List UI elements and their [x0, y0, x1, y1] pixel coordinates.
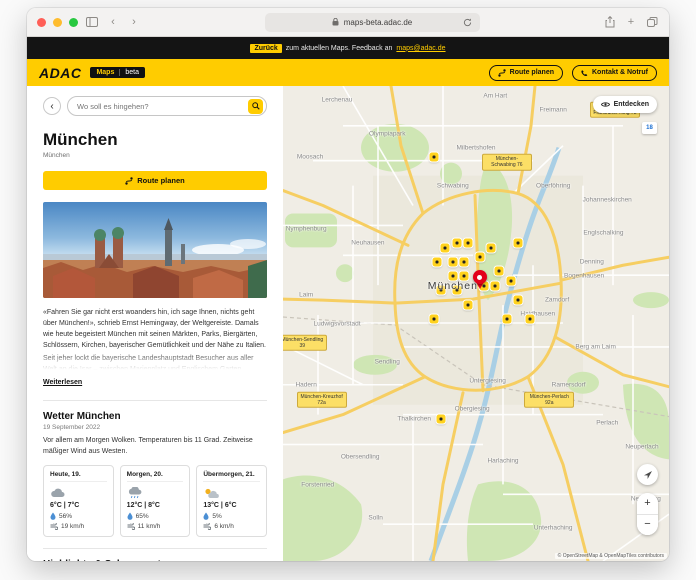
map-canvas[interactable]: LerchenauAm HartFreimannMoosachMilbertsh… [283, 86, 669, 561]
beta-tag: beta [119, 69, 139, 76]
weather-date: 19 September 2022 [43, 424, 267, 431]
tab-overview-icon[interactable] [645, 15, 659, 29]
place-panel: ‹ München München Route planen [27, 86, 283, 561]
search-row: ‹ [43, 96, 267, 116]
raindrop-icon [127, 512, 133, 520]
notice-text: zum aktuellen Maps. Feedback an [286, 45, 393, 52]
partly-sunny-icon [203, 486, 260, 499]
minimize-window-button[interactable] [53, 18, 62, 27]
precip-row: 65% [127, 512, 184, 520]
zoom-window-button[interactable] [69, 18, 78, 27]
read-more-label: Weiterlesen [43, 379, 82, 386]
close-window-button[interactable] [37, 18, 46, 27]
wind-row: 19 km/h [50, 523, 107, 530]
map-attribution: © OpenStreetMap & OpenMapTiles contribut… [555, 553, 667, 559]
route-icon [125, 177, 133, 185]
forward-icon[interactable]: › [127, 15, 141, 29]
header-contact-button[interactable]: Kontakt & Notruf [572, 65, 657, 81]
weather-card-day-after[interactable]: Übermorgen, 21. 13°C | 6°C 5% 6 km/h [196, 465, 267, 537]
wind-row: 11 km/h [127, 523, 184, 530]
sidebar-icon[interactable] [85, 15, 99, 29]
discover-label: Entdecken [614, 101, 649, 108]
weather-card-label: Heute, 19. [50, 471, 107, 482]
search-button[interactable] [248, 99, 263, 114]
header-route-button[interactable]: Route planen [489, 65, 563, 81]
product-badge: Maps beta [90, 67, 145, 78]
lock-icon [332, 18, 340, 26]
precip-row: 56% [50, 512, 107, 520]
map-city-label: München [428, 280, 478, 292]
product-name: Maps [96, 69, 114, 76]
share-icon[interactable] [603, 15, 617, 29]
header-route-label: Route planen [510, 69, 554, 76]
wind-icon [50, 523, 58, 530]
raindrop-icon [203, 512, 209, 520]
reload-icon[interactable] [461, 15, 475, 29]
wind-icon [127, 523, 135, 530]
header-contact-label: Kontakt & Notruf [592, 69, 648, 76]
weather-card-tomorrow[interactable]: Morgen, 20. 12°C | 8°C 65% 11 km/h [120, 465, 191, 537]
zoom-out-button[interactable]: − [637, 515, 658, 536]
weather-card-temps: 12°C | 8°C [127, 502, 184, 509]
wind-value: 19 km/h [61, 523, 84, 530]
locate-me-button[interactable] [637, 464, 658, 485]
new-tab-icon[interactable]: + [624, 15, 638, 29]
weather-card-temps: 13°C | 6°C [203, 502, 260, 509]
precip-value: 5% [212, 513, 221, 520]
cloudy-icon [50, 486, 107, 499]
back-icon[interactable]: ‹ [106, 15, 120, 29]
city-description: «Fahren Sie gar nicht erst woanders hin,… [43, 308, 267, 351]
phone-icon [581, 69, 588, 77]
search-input[interactable] [77, 102, 244, 111]
rain-icon [127, 486, 184, 499]
map-tiles [283, 86, 669, 561]
weather-card-label: Übermorgen, 21. [203, 471, 260, 482]
wind-icon [203, 523, 211, 530]
section-divider [43, 400, 267, 401]
zoom-level-badge: 18 [642, 122, 657, 134]
precip-value: 56% [59, 513, 72, 520]
url-text: maps-beta.adac.de [344, 18, 413, 27]
precip-value: 65% [136, 513, 149, 520]
city-photo [43, 202, 267, 298]
app-header: ADAC Maps beta Route planen Kontakt & No… [27, 59, 669, 86]
weather-heading: Wetter München [43, 411, 267, 422]
discover-button[interactable]: Entdecken [593, 96, 657, 113]
main-content: ‹ München München Route planen [27, 86, 669, 561]
zoom-in-button[interactable]: + [637, 493, 658, 514]
weather-card-label: Morgen, 20. [127, 471, 184, 482]
search-box [67, 96, 267, 116]
adac-logo[interactable]: ADAC [39, 65, 81, 81]
eye-icon [601, 101, 610, 108]
wind-row: 6 km/h [203, 523, 260, 530]
back-to-maps-link[interactable]: Zurück [250, 44, 281, 53]
route-planen-button[interactable]: Route planen [43, 171, 267, 190]
precip-row: 5% [203, 512, 260, 520]
browser-window: ‹ › maps-beta.adac.de + Zurück zum aktue… [27, 8, 669, 561]
panel-back-button[interactable]: ‹ [43, 97, 61, 115]
address-bar[interactable]: maps-beta.adac.de [265, 13, 480, 32]
read-more-link[interactable]: Weiterlesen [43, 379, 82, 386]
page-subtitle: München [43, 152, 267, 159]
route-icon [498, 69, 506, 77]
destination-pin[interactable] [473, 270, 487, 290]
page-title: München [43, 130, 267, 150]
locate-arrow-icon [643, 470, 653, 480]
search-icon [252, 102, 260, 110]
wind-value: 6 km/h [214, 523, 234, 530]
beta-notice-bar: Zurück zum aktuellen Maps. Feedback an m… [27, 37, 669, 59]
weather-card-today[interactable]: Heute, 19. 6°C | 7°C 56% 19 km/h [43, 465, 114, 537]
weather-card-temps: 6°C | 7°C [50, 502, 107, 509]
city-description-faded: Seit jeher lockt die bayerische Landesha… [43, 354, 267, 371]
weather-cards: Heute, 19. 6°C | 7°C 56% 19 km/h [43, 465, 267, 537]
feedback-email-link[interactable]: maps@adac.de [396, 45, 445, 52]
weather-summary: Vor allem am Morgen Wolken. Temperaturen… [43, 436, 267, 457]
section-divider [43, 548, 267, 549]
route-planen-label: Route planen [137, 176, 185, 185]
wind-value: 11 km/h [138, 523, 161, 530]
zoom-control: + − [637, 493, 658, 535]
browser-toolbar: ‹ › maps-beta.adac.de + [27, 8, 669, 37]
highlights-heading: Highlights & Sehenswertes [43, 559, 267, 561]
raindrop-icon [50, 512, 56, 520]
